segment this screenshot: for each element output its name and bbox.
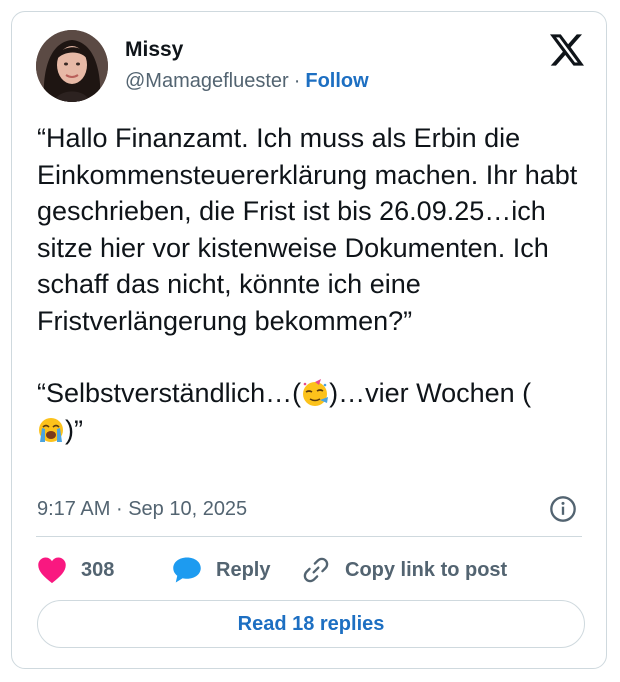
partying-face-emoji-icon [303,379,329,406]
link-icon [303,557,329,583]
author-name[interactable]: Missy [125,38,183,62]
follow-button[interactable]: Follow [305,70,368,92]
action-bar: 308 Reply Copy link to post [37,554,597,586]
reply-button[interactable]: Reply [172,554,270,586]
tweet-text: “Hallo Finanzamt. Ich muss als Erbin die… [37,120,597,448]
read-replies-button[interactable]: Read 18 replies [37,600,585,648]
timestamp-separator: · [115,498,123,520]
info-icon[interactable] [549,495,577,523]
avatar[interactable] [36,30,108,102]
tweet-time: 9:17 AM [37,498,111,520]
tweet-date: Sep 10, 2025 [128,498,248,520]
divider [36,536,582,537]
tweet-card: Missy @Mamagefluester · Follow “Hallo Fina… [11,11,607,669]
author-handle-row: @Mamagefluester · Follow [125,70,369,93]
author-handle[interactable]: @Mamagefluester [125,70,289,92]
avatar-image [36,30,108,102]
x-logo-icon[interactable] [550,34,584,66]
tweet-paragraph-1: “Hallo Finanzamt. Ich muss als Erbin die… [37,123,585,336]
loudly-crying-face-emoji-icon [39,417,63,442]
copy-link-label: Copy link to post [345,558,508,581]
like-button[interactable]: 308 [37,554,114,586]
handle-separator: · [293,70,301,92]
like-count: 308 [81,558,115,581]
reply-bubble-icon [173,557,201,583]
tweet-timestamp[interactable]: 9:17 AM · Sep 10, 2025 [37,498,247,521]
tweet-paragraph-2: “Selbstverständlich…( )…vier Wochen ( )” [37,375,597,448]
tweet-paragraph-2-part3: )” [65,414,83,445]
copy-link-button[interactable]: Copy link to post [301,554,507,586]
tweet-paragraph-2-part2: )…vier Wochen ( [329,378,532,408]
tweet-paragraph-2-part1: “Selbstverständlich…( [37,378,302,408]
heart-icon [38,557,66,584]
reply-label: Reply [216,558,271,581]
